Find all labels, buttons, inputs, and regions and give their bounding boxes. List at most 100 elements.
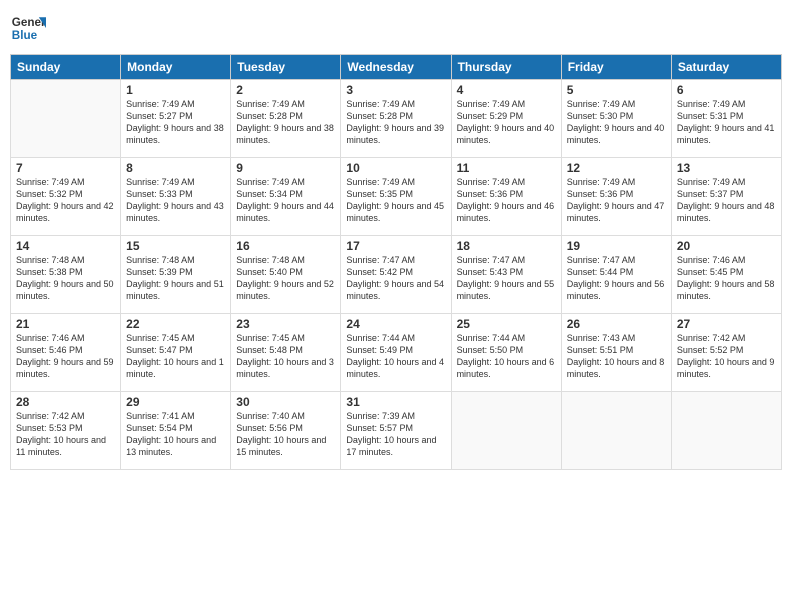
day-number: 30 bbox=[236, 395, 335, 409]
day-info: Sunrise: 7:44 AMSunset: 5:50 PMDaylight:… bbox=[457, 332, 556, 381]
day-number: 12 bbox=[567, 161, 666, 175]
day-number: 22 bbox=[126, 317, 225, 331]
day-cell: 19Sunrise: 7:47 AMSunset: 5:44 PMDayligh… bbox=[561, 236, 671, 314]
day-info: Sunrise: 7:48 AMSunset: 5:38 PMDaylight:… bbox=[16, 254, 115, 303]
day-cell: 31Sunrise: 7:39 AMSunset: 5:57 PMDayligh… bbox=[341, 392, 451, 470]
day-cell: 21Sunrise: 7:46 AMSunset: 5:46 PMDayligh… bbox=[11, 314, 121, 392]
col-header-thursday: Thursday bbox=[451, 55, 561, 80]
day-number: 1 bbox=[126, 83, 225, 97]
day-number: 5 bbox=[567, 83, 666, 97]
day-cell: 26Sunrise: 7:43 AMSunset: 5:51 PMDayligh… bbox=[561, 314, 671, 392]
day-number: 18 bbox=[457, 239, 556, 253]
col-header-tuesday: Tuesday bbox=[231, 55, 341, 80]
day-number: 8 bbox=[126, 161, 225, 175]
day-number: 19 bbox=[567, 239, 666, 253]
day-cell: 22Sunrise: 7:45 AMSunset: 5:47 PMDayligh… bbox=[121, 314, 231, 392]
day-cell: 4Sunrise: 7:49 AMSunset: 5:29 PMDaylight… bbox=[451, 80, 561, 158]
day-info: Sunrise: 7:46 AMSunset: 5:46 PMDaylight:… bbox=[16, 332, 115, 381]
week-row-2: 14Sunrise: 7:48 AMSunset: 5:38 PMDayligh… bbox=[11, 236, 782, 314]
day-number: 29 bbox=[126, 395, 225, 409]
day-info: Sunrise: 7:49 AMSunset: 5:34 PMDaylight:… bbox=[236, 176, 335, 225]
day-number: 7 bbox=[16, 161, 115, 175]
day-info: Sunrise: 7:49 AMSunset: 5:35 PMDaylight:… bbox=[346, 176, 445, 225]
day-info: Sunrise: 7:45 AMSunset: 5:47 PMDaylight:… bbox=[126, 332, 225, 381]
day-info: Sunrise: 7:48 AMSunset: 5:39 PMDaylight:… bbox=[126, 254, 225, 303]
day-info: Sunrise: 7:49 AMSunset: 5:32 PMDaylight:… bbox=[16, 176, 115, 225]
day-number: 6 bbox=[677, 83, 776, 97]
day-number: 25 bbox=[457, 317, 556, 331]
day-info: Sunrise: 7:44 AMSunset: 5:49 PMDaylight:… bbox=[346, 332, 445, 381]
day-cell: 13Sunrise: 7:49 AMSunset: 5:37 PMDayligh… bbox=[671, 158, 781, 236]
day-info: Sunrise: 7:49 AMSunset: 5:37 PMDaylight:… bbox=[677, 176, 776, 225]
day-info: Sunrise: 7:49 AMSunset: 5:31 PMDaylight:… bbox=[677, 98, 776, 147]
day-number: 10 bbox=[346, 161, 445, 175]
day-cell bbox=[671, 392, 781, 470]
day-number: 15 bbox=[126, 239, 225, 253]
day-number: 23 bbox=[236, 317, 335, 331]
day-info: Sunrise: 7:49 AMSunset: 5:30 PMDaylight:… bbox=[567, 98, 666, 147]
week-row-3: 21Sunrise: 7:46 AMSunset: 5:46 PMDayligh… bbox=[11, 314, 782, 392]
day-info: Sunrise: 7:42 AMSunset: 5:52 PMDaylight:… bbox=[677, 332, 776, 381]
week-row-1: 7Sunrise: 7:49 AMSunset: 5:32 PMDaylight… bbox=[11, 158, 782, 236]
day-cell: 24Sunrise: 7:44 AMSunset: 5:49 PMDayligh… bbox=[341, 314, 451, 392]
day-info: Sunrise: 7:49 AMSunset: 5:36 PMDaylight:… bbox=[457, 176, 556, 225]
day-cell: 16Sunrise: 7:48 AMSunset: 5:40 PMDayligh… bbox=[231, 236, 341, 314]
day-cell: 12Sunrise: 7:49 AMSunset: 5:36 PMDayligh… bbox=[561, 158, 671, 236]
day-number: 11 bbox=[457, 161, 556, 175]
day-cell: 28Sunrise: 7:42 AMSunset: 5:53 PMDayligh… bbox=[11, 392, 121, 470]
day-number: 24 bbox=[346, 317, 445, 331]
day-cell: 6Sunrise: 7:49 AMSunset: 5:31 PMDaylight… bbox=[671, 80, 781, 158]
day-cell: 14Sunrise: 7:48 AMSunset: 5:38 PMDayligh… bbox=[11, 236, 121, 314]
col-header-saturday: Saturday bbox=[671, 55, 781, 80]
day-cell: 2Sunrise: 7:49 AMSunset: 5:28 PMDaylight… bbox=[231, 80, 341, 158]
day-info: Sunrise: 7:41 AMSunset: 5:54 PMDaylight:… bbox=[126, 410, 225, 459]
day-number: 28 bbox=[16, 395, 115, 409]
day-number: 3 bbox=[346, 83, 445, 97]
day-number: 21 bbox=[16, 317, 115, 331]
day-cell: 30Sunrise: 7:40 AMSunset: 5:56 PMDayligh… bbox=[231, 392, 341, 470]
day-info: Sunrise: 7:47 AMSunset: 5:43 PMDaylight:… bbox=[457, 254, 556, 303]
day-info: Sunrise: 7:42 AMSunset: 5:53 PMDaylight:… bbox=[16, 410, 115, 459]
day-cell bbox=[561, 392, 671, 470]
day-number: 16 bbox=[236, 239, 335, 253]
day-number: 27 bbox=[677, 317, 776, 331]
day-info: Sunrise: 7:49 AMSunset: 5:27 PMDaylight:… bbox=[126, 98, 225, 147]
page: General Blue SundayMondayTuesdayWednesda… bbox=[0, 0, 792, 612]
day-cell bbox=[451, 392, 561, 470]
day-cell: 1Sunrise: 7:49 AMSunset: 5:27 PMDaylight… bbox=[121, 80, 231, 158]
day-number: 26 bbox=[567, 317, 666, 331]
svg-text:Blue: Blue bbox=[12, 29, 38, 42]
day-cell: 9Sunrise: 7:49 AMSunset: 5:34 PMDaylight… bbox=[231, 158, 341, 236]
week-row-0: 1Sunrise: 7:49 AMSunset: 5:27 PMDaylight… bbox=[11, 80, 782, 158]
day-cell: 29Sunrise: 7:41 AMSunset: 5:54 PMDayligh… bbox=[121, 392, 231, 470]
day-number: 17 bbox=[346, 239, 445, 253]
day-info: Sunrise: 7:40 AMSunset: 5:56 PMDaylight:… bbox=[236, 410, 335, 459]
day-cell: 27Sunrise: 7:42 AMSunset: 5:52 PMDayligh… bbox=[671, 314, 781, 392]
logo-icon: General Blue bbox=[10, 10, 46, 46]
day-cell bbox=[11, 80, 121, 158]
day-cell: 3Sunrise: 7:49 AMSunset: 5:28 PMDaylight… bbox=[341, 80, 451, 158]
day-cell: 25Sunrise: 7:44 AMSunset: 5:50 PMDayligh… bbox=[451, 314, 561, 392]
day-cell: 23Sunrise: 7:45 AMSunset: 5:48 PMDayligh… bbox=[231, 314, 341, 392]
day-info: Sunrise: 7:43 AMSunset: 5:51 PMDaylight:… bbox=[567, 332, 666, 381]
day-cell: 7Sunrise: 7:49 AMSunset: 5:32 PMDaylight… bbox=[11, 158, 121, 236]
day-info: Sunrise: 7:48 AMSunset: 5:40 PMDaylight:… bbox=[236, 254, 335, 303]
day-cell: 10Sunrise: 7:49 AMSunset: 5:35 PMDayligh… bbox=[341, 158, 451, 236]
day-number: 31 bbox=[346, 395, 445, 409]
day-info: Sunrise: 7:49 AMSunset: 5:33 PMDaylight:… bbox=[126, 176, 225, 225]
logo: General Blue bbox=[10, 10, 46, 46]
day-info: Sunrise: 7:49 AMSunset: 5:36 PMDaylight:… bbox=[567, 176, 666, 225]
header-row: SundayMondayTuesdayWednesdayThursdayFrid… bbox=[11, 55, 782, 80]
day-number: 20 bbox=[677, 239, 776, 253]
day-number: 13 bbox=[677, 161, 776, 175]
col-header-sunday: Sunday bbox=[11, 55, 121, 80]
day-number: 14 bbox=[16, 239, 115, 253]
day-info: Sunrise: 7:49 AMSunset: 5:28 PMDaylight:… bbox=[236, 98, 335, 147]
day-cell: 17Sunrise: 7:47 AMSunset: 5:42 PMDayligh… bbox=[341, 236, 451, 314]
day-number: 4 bbox=[457, 83, 556, 97]
day-info: Sunrise: 7:49 AMSunset: 5:29 PMDaylight:… bbox=[457, 98, 556, 147]
day-info: Sunrise: 7:45 AMSunset: 5:48 PMDaylight:… bbox=[236, 332, 335, 381]
day-cell: 11Sunrise: 7:49 AMSunset: 5:36 PMDayligh… bbox=[451, 158, 561, 236]
day-cell: 8Sunrise: 7:49 AMSunset: 5:33 PMDaylight… bbox=[121, 158, 231, 236]
day-info: Sunrise: 7:46 AMSunset: 5:45 PMDaylight:… bbox=[677, 254, 776, 303]
